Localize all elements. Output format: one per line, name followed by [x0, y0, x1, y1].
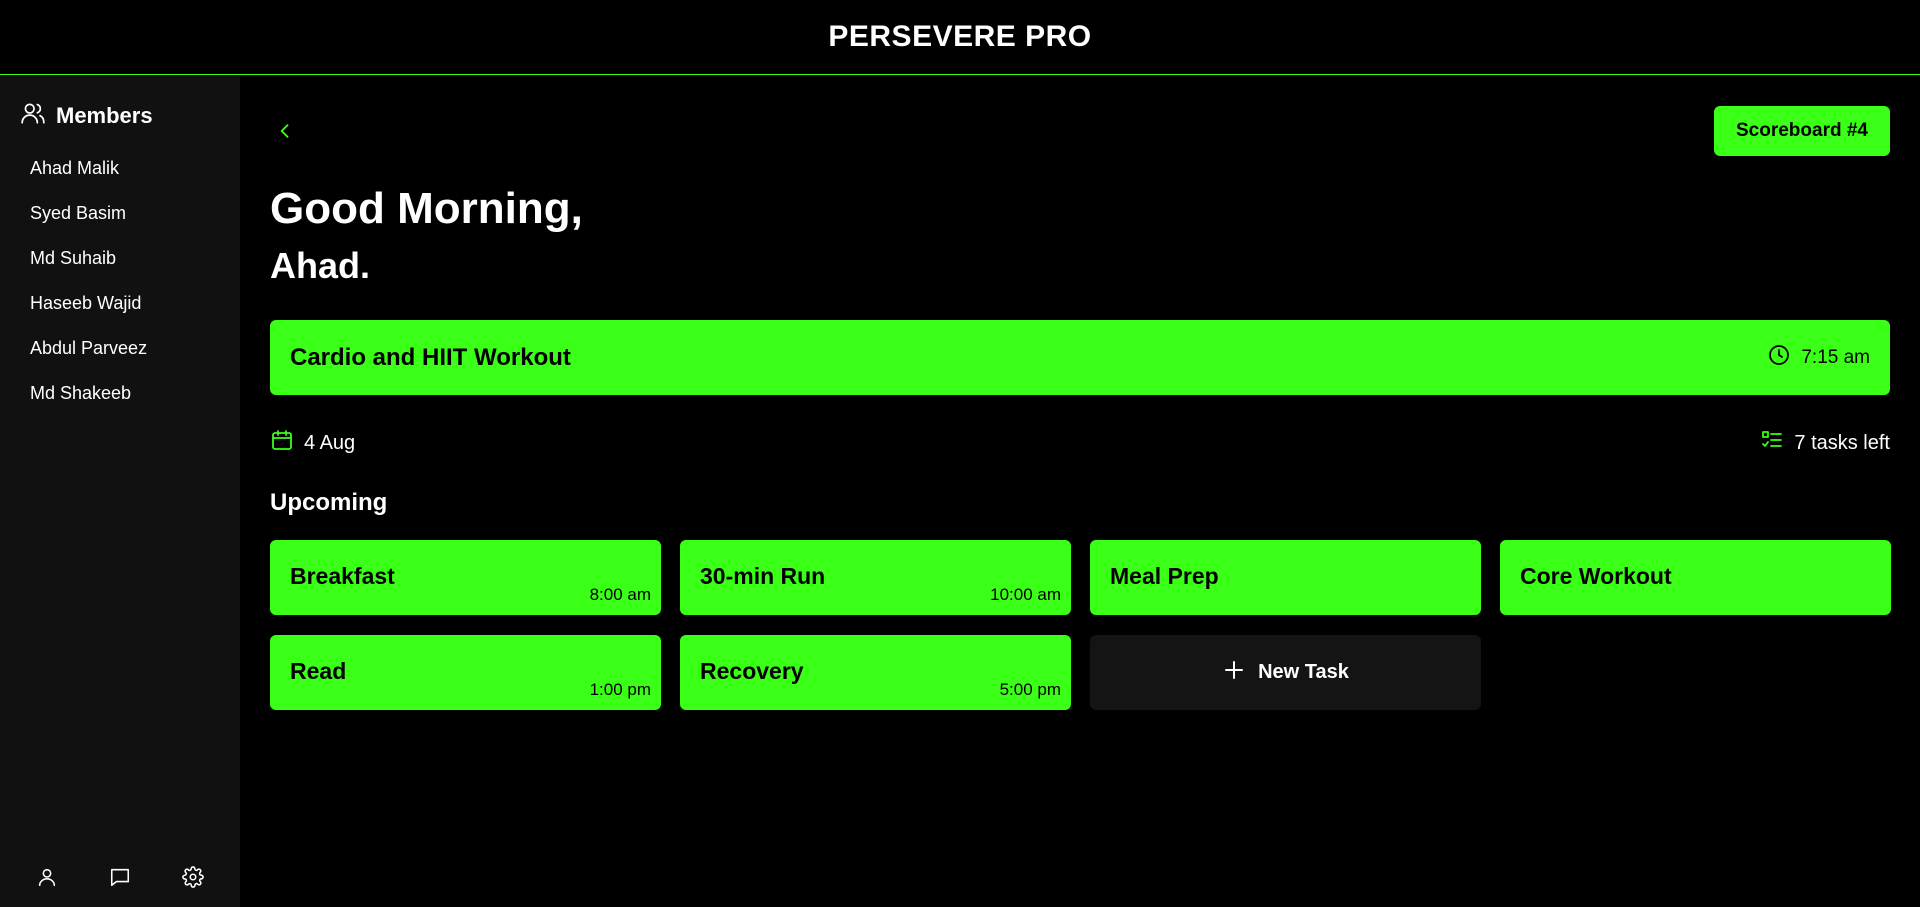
task-card[interactable]: Recovery 5:00 pm: [680, 635, 1071, 710]
task-time: 1:00 pm: [589, 680, 651, 699]
current-task-name: Cardio and HIIT Workout: [290, 343, 571, 371]
task-name: Core Workout: [1520, 563, 1672, 589]
user-icon[interactable]: [27, 857, 67, 897]
members-icon: [20, 100, 46, 131]
member-item[interactable]: Md Shakeeb: [30, 381, 147, 426]
task-name: Breakfast: [290, 563, 395, 589]
member-item[interactable]: Haseeb Wajid: [30, 291, 147, 336]
scoreboard-button[interactable]: Scoreboard #4: [1714, 106, 1890, 156]
app-title: PERSEVERE PRO: [828, 20, 1092, 53]
new-task-button[interactable]: New Task: [1090, 635, 1481, 710]
current-task-time: 7:15 am: [1767, 343, 1870, 373]
members-title: Members: [56, 102, 153, 128]
member-item[interactable]: Abdul Parveez: [30, 336, 147, 381]
back-chevron-icon[interactable]: [270, 116, 300, 146]
members-header: Members: [20, 100, 153, 131]
task-time: 8:00 am: [589, 585, 651, 604]
tasks-left-label: 7 tasks left: [1794, 431, 1890, 454]
task-time: 10:00 am: [990, 585, 1061, 604]
task-name: Meal Prep: [1110, 563, 1219, 589]
task-name: Recovery: [700, 658, 804, 684]
task-card[interactable]: Meal Prep: [1090, 540, 1481, 615]
plus-icon: [1222, 658, 1246, 687]
sidebar: Members Ahad Malik Syed Basim Md Suhaib …: [0, 76, 240, 907]
member-item[interactable]: Syed Basim: [30, 201, 147, 246]
task-card[interactable]: Core Workout: [1500, 540, 1891, 615]
task-time: 5:00 pm: [999, 680, 1061, 699]
task-card[interactable]: 30-min Run 10:00 am: [680, 540, 1071, 615]
task-name: 30-min Run: [700, 563, 826, 589]
upcoming-heading: Upcoming: [270, 489, 388, 516]
greeting-text: Good Morning,: [270, 184, 583, 233]
date-row: 4 Aug 7 tasks left: [270, 428, 1890, 458]
date-label: 4 Aug: [304, 431, 356, 454]
tasks-left: 7 tasks left: [1760, 428, 1890, 458]
chat-icon[interactable]: [100, 857, 140, 897]
top-bar: PERSEVERE PRO: [0, 0, 1920, 75]
clock-icon: [1767, 343, 1791, 373]
sidebar-bottom-bar: [0, 847, 240, 907]
date-display: 4 Aug: [270, 428, 355, 458]
calendar-icon: [270, 428, 294, 458]
task-card[interactable]: Read 1:00 pm: [270, 635, 661, 710]
task-name: Read: [290, 658, 347, 684]
main-content: Scoreboard #4 Good Morning, Ahad. Cardio…: [240, 76, 1920, 907]
member-item[interactable]: Md Suhaib: [30, 246, 147, 291]
greeting-name: Ahad.: [270, 245, 371, 286]
current-task-card[interactable]: Cardio and HIIT Workout 7:15 am: [270, 320, 1890, 395]
current-task-time-label: 7:15 am: [1801, 346, 1870, 368]
new-task-label: New Task: [1258, 661, 1349, 683]
member-list: Ahad Malik Syed Basim Md Suhaib Haseeb W…: [30, 156, 147, 426]
task-card[interactable]: Breakfast 8:00 am: [270, 540, 661, 615]
checklist-icon: [1760, 428, 1784, 458]
settings-icon[interactable]: [173, 857, 213, 897]
member-item[interactable]: Ahad Malik: [30, 156, 147, 201]
